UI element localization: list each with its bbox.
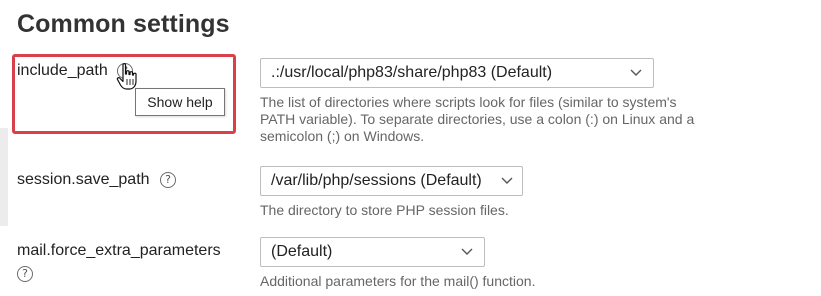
page-title: Common settings (17, 10, 230, 38)
mail-help-row: ? (17, 265, 33, 283)
select-value: (Default) (271, 243, 333, 260)
session-save-path-label: session.save_path ? (17, 171, 176, 189)
chevron-down-icon (461, 248, 473, 255)
include-path-description: The list of directories where scripts lo… (260, 94, 695, 144)
chevron-down-icon (630, 69, 642, 76)
include-path-select[interactable]: .:/usr/local/php83/share/php83 (Default) (260, 58, 654, 88)
select-value: .:/usr/local/php83/share/php83 (Default) (271, 64, 553, 81)
scrollbar-strip[interactable] (0, 128, 8, 226)
session-save-path-select[interactable]: /var/lib/php/sessions (Default) (260, 166, 523, 196)
hand-pointer-cursor (116, 63, 137, 90)
mail-force-extra-parameters-label: mail.force_extra_parameters (17, 242, 221, 260)
question-circle-icon[interactable]: ? (17, 266, 33, 282)
question-circle-icon[interactable]: ? (159, 172, 176, 188)
session-save-path-description: The directory to store PHP session files… (260, 202, 509, 218)
setting-label-text: session.save_path (17, 171, 150, 188)
help-tooltip: Show help (135, 88, 225, 116)
mail-force-extra-parameters-description: Additional parameters for the mail() fun… (260, 273, 536, 289)
chevron-down-icon (501, 177, 513, 184)
mail-force-extra-parameters-select[interactable]: (Default) (260, 237, 485, 267)
select-value: /var/lib/php/sessions (Default) (271, 172, 482, 189)
setting-label-text: mail.force_extra_parameters (17, 242, 221, 259)
